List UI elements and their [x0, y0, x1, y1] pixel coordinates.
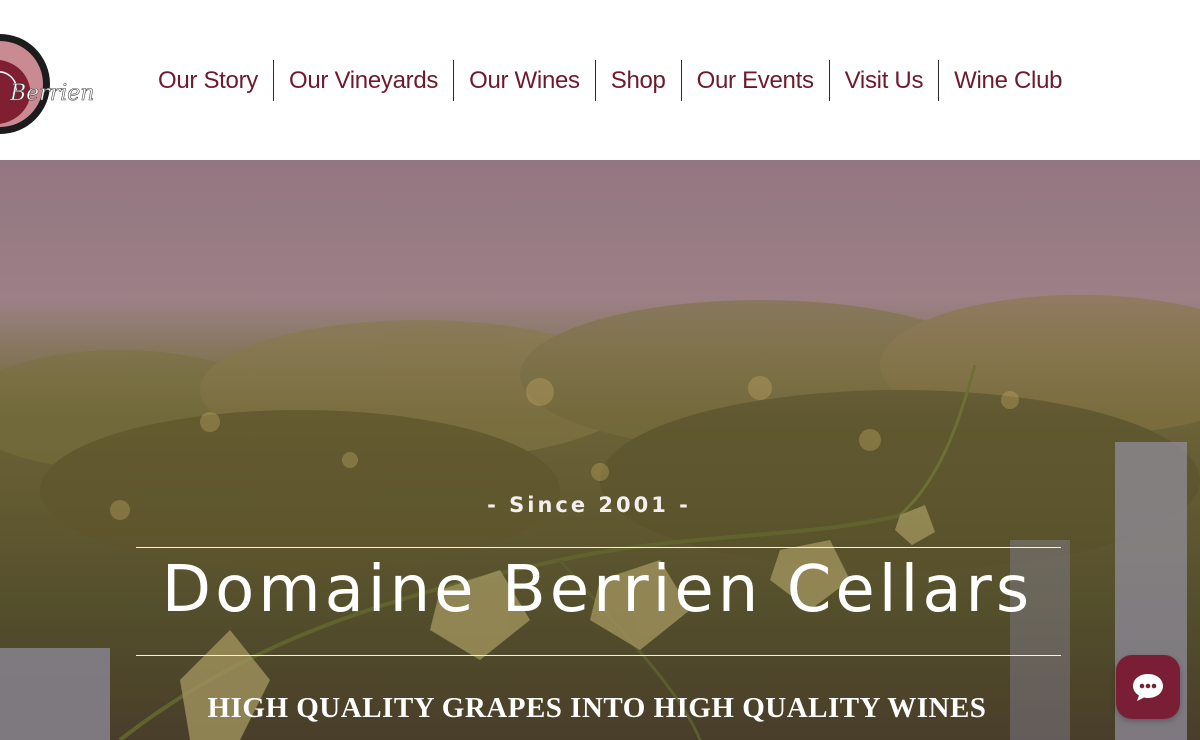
nav-visit-us[interactable]: Visit Us [830, 60, 939, 101]
hero-tagline: HIGH QUALITY GRAPES INTO HIGH QUALITY WI… [207, 692, 987, 724]
nav-our-vineyards[interactable]: Our Vineyards [274, 60, 453, 101]
chat-button[interactable] [1116, 655, 1180, 719]
site-header: Berrien Cellars Our Story Our Vineyards … [0, 0, 1200, 160]
since-caption: - Since 2001 - [487, 493, 691, 517]
hero-title: Domaine Berrien Cellars [161, 553, 1034, 627]
nav-our-story[interactable]: Our Story [143, 60, 273, 101]
title-rule-top [136, 547, 1061, 548]
main-navigation: Our Story Our Vineyards Our Wines Shop O… [143, 60, 1077, 101]
site-logo[interactable]: Berrien Cellars [0, 32, 181, 136]
chat-bubble-icon [1133, 674, 1163, 701]
nav-wine-club[interactable]: Wine Club [939, 60, 1077, 101]
nav-our-events[interactable]: Our Events [682, 60, 829, 101]
hero-banner: - Since 2001 - Domaine Berrien Cellars H… [0, 160, 1200, 740]
nav-our-wines[interactable]: Our Wines [454, 60, 595, 101]
logo-script-text: Berrien Cellars [9, 81, 98, 106]
logo-emblem-icon: Berrien Cellars [0, 34, 181, 134]
nav-shop[interactable]: Shop [596, 60, 681, 101]
title-rule-bottom [136, 655, 1061, 656]
hero-overlay [0, 160, 1200, 740]
